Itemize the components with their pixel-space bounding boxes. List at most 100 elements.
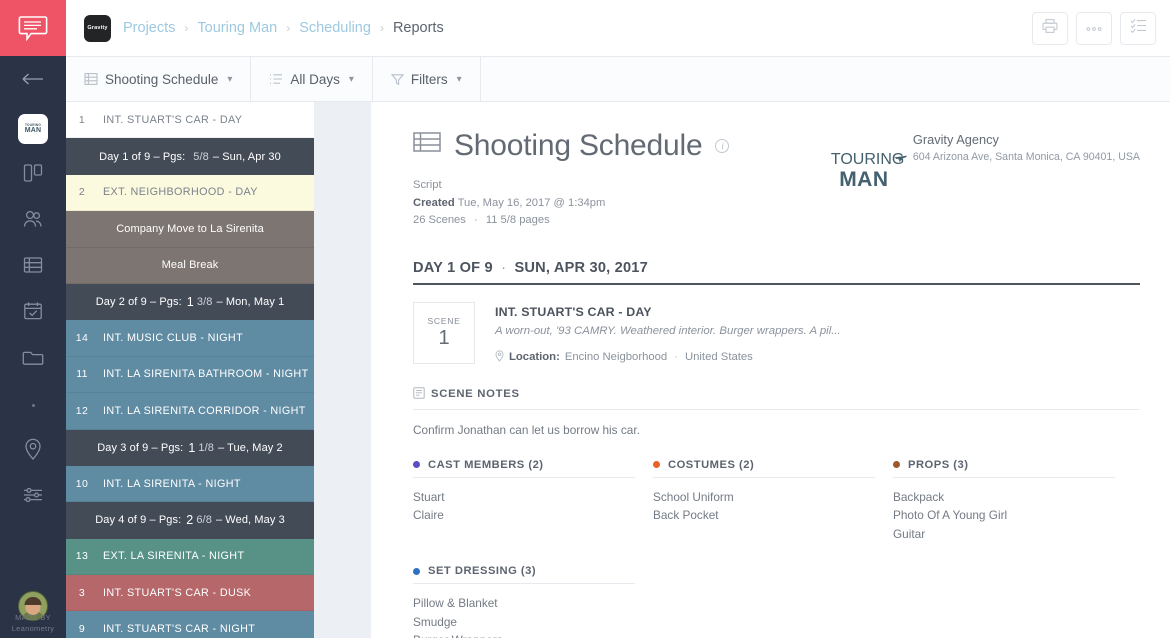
days-filter-dropdown[interactable]: All Days ▾ [251,57,373,101]
scene-row-label: INT. LA SIRENITA - NIGHT [98,478,241,490]
category-item: Claire [413,506,635,525]
banner-date: – Tue, May 2 [218,442,283,454]
schedule-scene-row[interactable]: 2EXT. NEIGHBORHOOD - DAY [66,175,314,211]
schedule-day-banner[interactable]: Day 3 of 9 – Pgs:11/8– Tue, May 2 [66,430,314,466]
category-header: PROPS (3) [893,459,1115,478]
scene-block: SCENE 1 INT. STUART'S CAR - DAY A worn-o… [413,302,1140,365]
schedule-special-row[interactable]: Meal Break [66,248,314,284]
report-page: Shooting Schedule i Script Created Tue, … [371,102,1170,638]
more-button[interactable] [1076,12,1112,45]
logo-line-1: TOURING [831,152,897,168]
banner-pages-whole: 2 [186,513,193,527]
location-country: United States [685,351,753,363]
location-label: Location: [509,351,560,363]
app-root: TOURING MAN [0,0,1170,638]
app-logo[interactable] [0,0,66,56]
schedule-special-row[interactable]: Company Move to La Sirenita [66,211,314,247]
checklist-button[interactable] [1120,12,1156,45]
schedule-scene-row[interactable]: 14INT. MUSIC CLUB - NIGHT [66,320,314,356]
category-color-dot [893,461,900,468]
agency-info: Gravity Agency 604 Arizona Ave, Santa Mo… [913,132,1140,165]
category-block: PROPS (3) BackpackPhoto Of A Young GirlGu… [893,459,1115,544]
schedule-scene-row[interactable]: 11INT. LA SIRENITA BATHROOM - NIGHT [66,357,314,393]
category-block: CAST MEMBERS (2) StuartClaire [413,459,635,544]
sidebar-item-back[interactable] [0,56,66,106]
board-icon [22,162,44,189]
report-header-right: TOURING MAN Gravit [831,128,1140,190]
category-item: Stuart [413,488,635,507]
sidebar-item-locations[interactable] [0,428,66,474]
print-button[interactable] [1032,12,1068,45]
sidebar-item-project[interactable]: TOURING MAN [0,106,66,152]
scene-row-label: INT. STUART'S CAR - DAY [98,114,242,126]
category-item: Backpack [893,488,1115,507]
breadcrumb-separator: › [184,21,188,35]
folder-icon [22,347,44,372]
category-item: Photo Of A Young Girl [893,506,1115,525]
sidebar-item-people[interactable] [0,198,66,244]
location-pin-icon [23,437,43,466]
category-item-list: BackpackPhoto Of A Young GirlGuitar [893,488,1115,544]
schedule-scene-row[interactable]: 1INT. STUART'S CAR - DAY [66,102,314,138]
report-type-dropdown[interactable]: Shooting Schedule ▾ [66,57,251,101]
sidebar-item-boards[interactable] [0,152,66,198]
category-label: COSTUMES (2) [668,459,754,471]
category-item: Back Pocket [653,506,875,525]
sidebar-item-calendar[interactable] [0,290,66,336]
breadcrumb-item-scheduling[interactable]: Scheduling [299,20,371,36]
scene-box-number: 1 [438,327,449,350]
list-icon [22,255,44,280]
schedule-scene-row[interactable]: 3INT. STUART'S CAR - DUSK [66,575,314,611]
scene-row-label: INT. LA SIRENITA CORRIDOR - NIGHT [98,405,306,417]
sidebar-item-files[interactable] [0,336,66,382]
schedule-scene-row[interactable]: 13EXT. LA SIRENITA - NIGHT [66,539,314,575]
banner-pages-frac: 5/8 [193,151,209,163]
category-block: SET DRESSING (3)Pillow & BlanketSmudgeBu… [413,565,635,638]
info-icon[interactable]: i [715,139,729,153]
day-header-date: SUN, APR 30, 2017 [514,260,647,276]
page-title: Shooting Schedule i [413,128,831,164]
category-item-list: School UniformBack Pocket [653,488,875,525]
schedule-scene-row[interactable]: 9INT. STUART'S CAR - NIGHT [66,611,314,638]
made-by-label: MADE BY [0,612,66,623]
report-meta: Script Created Tue, May 16, 2017 @ 1:34p… [413,177,831,230]
schedule-day-banner[interactable]: Day 1 of 9 – Pgs:5/8– Sun, Apr 30 [66,138,314,174]
schedule-strip[interactable]: 1INT. STUART'S CAR - DAYDay 1 of 9 – Pgs… [66,102,314,638]
calendar-check-icon [22,300,44,327]
brand-logo[interactable]: Gravity [84,15,111,42]
schedule-scene-row[interactable]: 10INT. LA SIRENITA - NIGHT [66,466,314,502]
counts-line: 26 Scenes · 11 5/8 pages [413,212,831,230]
sidebar-item-schedule[interactable] [0,244,66,290]
breadcrumb-item-touring-man[interactable]: Touring Man [197,20,277,36]
banner-date: – Mon, May 1 [216,296,284,308]
category-grid: CAST MEMBERS (2) StuartClaire COSTUMES (2)… [413,459,1140,638]
category-header: CAST MEMBERS (2) [413,459,635,478]
schedule-scene-row[interactable]: 12INT. LA SIRENITA CORRIDOR - NIGHT [66,393,314,429]
scene-info: INT. STUART'S CAR - DAY A worn-out, '93 … [475,302,1140,365]
airplane-icon [894,150,908,166]
people-icon [22,208,44,235]
created-value: Tue, May 16, 2017 @ 1:34pm [458,197,606,209]
breadcrumb-separator: › [286,21,290,35]
page-title-text: Shooting Schedule [454,129,702,163]
day-header-label: DAY 1 OF 9 [413,260,493,276]
agency-address: 604 Arizona Ave, Santa Monica, CA 90401,… [913,150,1140,165]
special-label: Company Move to La Sirenita [116,223,264,235]
meta-separator: · [474,214,478,226]
banner-pages-frac: 1/8 [198,442,214,454]
schedule-day-banner[interactable]: Day 2 of 9 – Pgs:13/8– Mon, May 1 [66,284,314,320]
sidebar-item-settings[interactable] [0,474,66,520]
left-nav-rail: TOURING MAN [0,0,66,638]
schedule-day-banner[interactable]: Day 4 of 9 – Pgs:26/8– Wed, May 3 [66,502,314,538]
script-label: Script [413,177,831,195]
scene-row-number: 13 [66,550,98,562]
breadcrumb-item-projects[interactable]: Projects [123,20,175,36]
chevron-down-icon: ▾ [457,74,462,85]
banner-pages-frac: 6/8 [196,514,212,526]
filters-dropdown[interactable]: Filters ▾ [373,57,481,101]
category-label: CAST MEMBERS (2) [428,459,544,471]
created-label: Created [413,197,455,209]
rail-footer: MADE BY Leanometry [0,612,66,634]
checklist-icon [1130,18,1147,38]
sidebar-divider-dot [0,382,66,428]
